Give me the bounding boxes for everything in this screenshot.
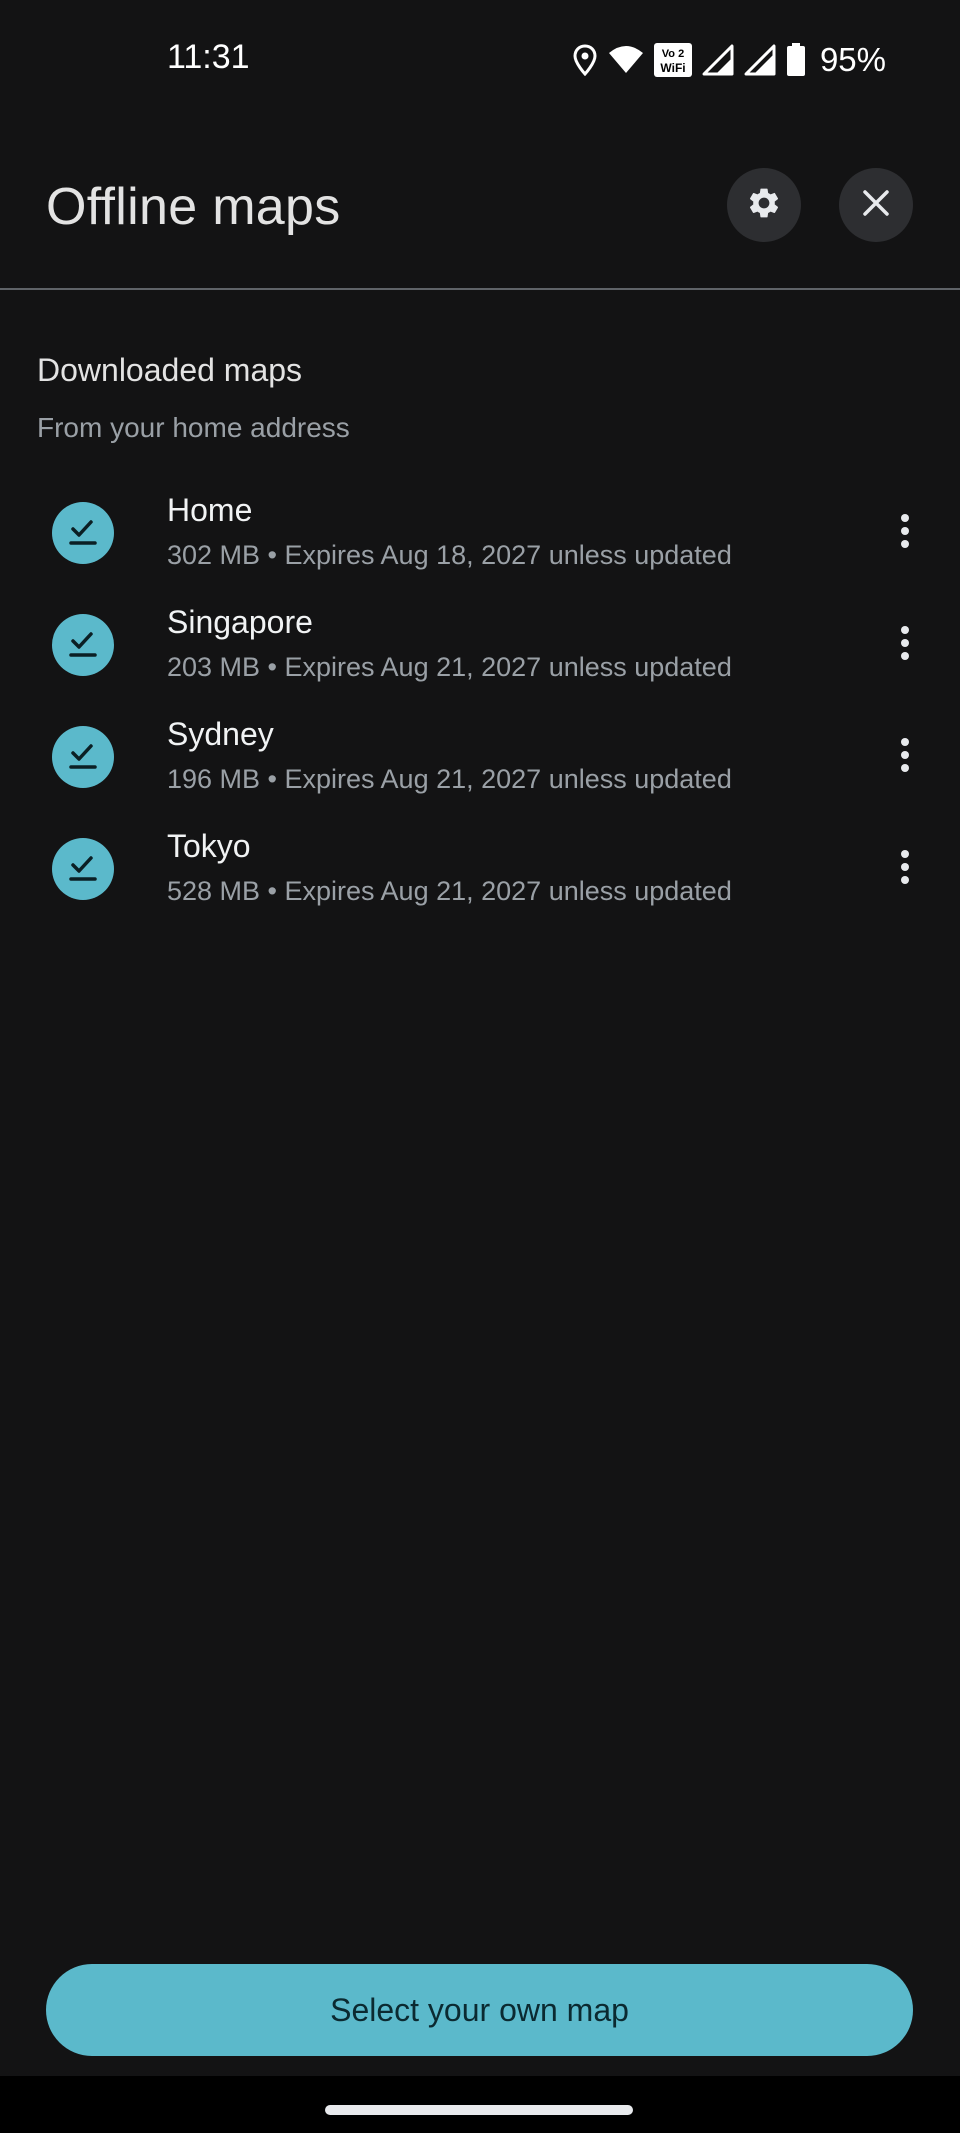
signal-icon <box>744 44 776 76</box>
battery-percent: 95% <box>819 41 886 78</box>
more-vert-icon <box>900 849 910 890</box>
battery-icon <box>786 43 806 77</box>
map-name: Tokyo <box>167 828 251 864</box>
select-your-own-map-button[interactable]: Select your own map <box>46 1964 913 2056</box>
close-button[interactable] <box>839 168 913 242</box>
status-icons: Vo 2 WiFi 95% <box>572 40 886 80</box>
map-details: 302 MB • Expires Aug 18, 2027 unless upd… <box>167 540 732 570</box>
header-divider <box>0 288 960 290</box>
signal-icon <box>702 44 734 76</box>
map-details: 203 MB • Expires Aug 21, 2027 unless upd… <box>167 652 732 682</box>
map-item-tokyo[interactable]: Tokyo 528 MB • Expires Aug 21, 2027 unle… <box>0 814 960 926</box>
vowifi-top-text: Vo 2 <box>662 48 684 60</box>
page-title: Offline maps <box>46 178 341 236</box>
map-details: 196 MB • Expires Aug 21, 2027 unless upd… <box>167 764 732 794</box>
map-name: Singapore <box>167 604 313 640</box>
downloaded-check-icon <box>52 502 114 564</box>
more-options-button[interactable] <box>878 506 932 560</box>
downloaded-maps-list: Home 302 MB • Expires Aug 18, 2027 unles… <box>0 478 960 926</box>
map-item-singapore[interactable]: Singapore 203 MB • Expires Aug 21, 2027 … <box>0 590 960 702</box>
map-name: Home <box>167 492 253 528</box>
vowifi-icon: Vo 2 WiFi <box>653 43 692 77</box>
settings-button[interactable] <box>727 168 801 242</box>
navigation-bar <box>0 2076 960 2133</box>
more-options-button[interactable] <box>878 730 932 784</box>
status-bar: 11:31 Vo 2 WiFi 95% <box>0 0 960 120</box>
more-vert-icon <box>900 737 910 778</box>
vowifi-bottom-text: WiFi <box>660 61 685 75</box>
section-subtitle: From your home address <box>37 412 350 443</box>
close-icon <box>860 187 892 224</box>
offline-maps-screen: 11:31 Vo 2 WiFi 95% Offline maps Downloa… <box>0 0 960 2133</box>
downloaded-check-icon <box>52 726 114 788</box>
more-vert-icon <box>900 513 910 554</box>
downloaded-check-icon <box>52 614 114 676</box>
home-indicator[interactable] <box>325 2105 633 2115</box>
map-details: 528 MB • Expires Aug 21, 2027 unless upd… <box>167 876 732 906</box>
header: Offline maps <box>0 120 960 290</box>
map-item-home[interactable]: Home 302 MB • Expires Aug 18, 2027 unles… <box>0 478 960 590</box>
section-title: Downloaded maps <box>37 352 303 388</box>
more-vert-icon <box>900 625 910 666</box>
status-time: 11:31 <box>167 38 250 76</box>
wifi-icon <box>608 45 644 75</box>
downloaded-check-icon <box>52 838 114 900</box>
map-item-sydney[interactable]: Sydney 196 MB • Expires Aug 21, 2027 unl… <box>0 702 960 814</box>
more-options-button[interactable] <box>878 842 932 896</box>
more-options-button[interactable] <box>878 618 932 672</box>
location-icon <box>572 44 598 76</box>
map-name: Sydney <box>167 716 274 752</box>
gear-icon <box>746 185 782 226</box>
